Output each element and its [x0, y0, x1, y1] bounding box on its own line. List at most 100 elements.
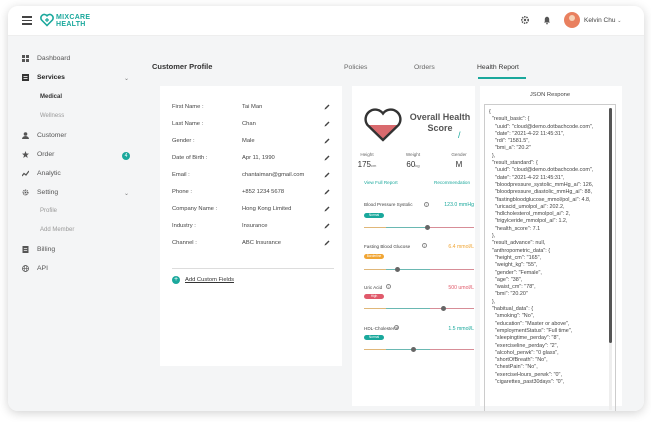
metric-value: 123.0 mmHg: [444, 202, 474, 208]
scrollbar-thumb[interactable]: [609, 108, 612, 343]
bar-segment: [386, 308, 430, 310]
json-response-viewer[interactable]: { "result_basic": { "uuid": "cloud@demo.…: [484, 104, 616, 411]
sidebar-item-label: Add Member: [40, 227, 75, 233]
sidebar: Dashboard Services ⌄ Medical Wellness Cu…: [8, 36, 138, 411]
sidebar-item-label: Medical: [40, 94, 63, 100]
dashboard-icon: [22, 55, 29, 62]
email-value: chantaiman@gmail.com: [242, 172, 305, 178]
sidebar-item-label: Customer: [37, 132, 67, 139]
edit-icon[interactable]: [324, 121, 330, 127]
bar-segment: [430, 269, 474, 271]
bar-segment: [364, 227, 386, 229]
edit-icon[interactable]: [324, 155, 330, 161]
bar-segment: [430, 308, 474, 310]
edit-icon[interactable]: [324, 138, 330, 144]
add-custom-fields-button[interactable]: + Add Custom Fields: [172, 276, 234, 284]
height-unit: cm: [371, 163, 377, 168]
sidebar-item-label: Dashboard: [37, 55, 71, 62]
edit-icon[interactable]: [324, 206, 330, 212]
gear-icon: [22, 189, 29, 196]
json-response-card: JSON Respone { "result_basic": { "uuid":…: [480, 86, 622, 411]
health-score-value: /: [458, 130, 461, 140]
sidebar-item-dashboard[interactable]: Dashboard: [22, 55, 70, 62]
tab-health-report[interactable]: Health Report: [477, 64, 519, 71]
last-name-value: Chan: [242, 121, 256, 127]
avatar[interactable]: [564, 12, 580, 28]
tab-policies[interactable]: Policies: [344, 64, 367, 71]
sidebar-item-add-member[interactable]: Add Member: [40, 227, 74, 233]
order-count-badge: 4: [122, 152, 130, 160]
first-name-value: Tai Man: [242, 104, 263, 110]
sidebar-item-label: Services: [37, 74, 65, 81]
sidebar-item-medical[interactable]: Medical: [40, 94, 62, 100]
plus-icon: +: [172, 276, 180, 284]
edit-icon[interactable]: [324, 223, 330, 229]
edit-icon[interactable]: [324, 172, 330, 178]
gender-stat-value: M: [455, 160, 463, 169]
add-custom-fields-label: Add Custom Fields: [185, 277, 234, 283]
level-marker: [425, 225, 431, 230]
gender-stat-label: Gender: [451, 152, 467, 157]
user-menu[interactable]: Kelvin Chu ⌄: [584, 17, 621, 24]
metric-level-bar: [364, 267, 474, 272]
sidebar-item-setting[interactable]: Setting: [22, 189, 58, 196]
edit-icon[interactable]: [324, 189, 330, 195]
level-marker: [411, 347, 416, 352]
top-bar: MIXCARE HEALTH Kelvin Chu ⌄: [8, 6, 644, 36]
sidebar-item-customer[interactable]: Customer: [22, 132, 66, 139]
menu-icon[interactable]: [22, 16, 32, 25]
globe-icon: [22, 265, 29, 272]
view-full-report-link[interactable]: View Full Report: [364, 180, 398, 185]
recommendation-link[interactable]: Recommendation: [434, 180, 470, 185]
metric-name: HDL-Cholesterol: [364, 326, 398, 331]
sidebar-item-wellness[interactable]: Wellness: [40, 113, 64, 119]
edit-icon[interactable]: [324, 240, 330, 246]
profile-card: First Name : Tai Man Last Name : Chan Ge…: [160, 86, 342, 366]
logo-text: MIXCARE HEALTH: [56, 14, 90, 28]
sidebar-item-profile[interactable]: Profile: [40, 208, 57, 214]
metric-name: Blood Pressure Systolic: [364, 202, 413, 207]
sidebar-item-analytic[interactable]: Analytic: [22, 170, 61, 177]
channel-value: ABC Insurance: [242, 240, 281, 246]
billing-icon: [22, 246, 29, 253]
gear-icon[interactable]: [520, 15, 530, 25]
sidebar-item-api[interactable]: API: [22, 265, 48, 272]
sidebar-item-services[interactable]: Services: [22, 74, 65, 81]
height-value: 175cm: [352, 160, 382, 169]
sidebar-item-label: Order: [37, 151, 55, 158]
phone-value: +852 1234 5678: [242, 189, 285, 195]
weight-value: 60kg: [398, 160, 428, 169]
edit-icon[interactable]: [324, 104, 330, 110]
bar-segment: [386, 349, 430, 351]
height-label: Height: [360, 152, 374, 157]
bar-segment: [386, 227, 430, 229]
metric-level-bar: [364, 225, 474, 230]
page-title: Customer Profile: [152, 62, 213, 71]
metric-value: 500 umol/L: [448, 285, 474, 291]
health-score-card: Overall Health Score / Height 175cm Weig…: [352, 86, 475, 406]
sidebar-item-billing[interactable]: Billing: [22, 246, 55, 253]
heart-icon: [364, 108, 402, 142]
dob-value: Apr 11, 1990: [242, 155, 275, 161]
phone-label: Phone :: [172, 189, 192, 195]
json-response-text: { "result_basic": { "uuid": "cloud@demo.…: [489, 109, 594, 385]
weight-label: Weight: [405, 152, 421, 157]
bell-icon[interactable]: [542, 15, 552, 25]
metric-level-bar: [364, 306, 474, 311]
health-score-title: Overall Health Score: [409, 112, 471, 133]
company-value: Hong Kong Limited: [242, 206, 292, 212]
last-name-label: Last Name :: [172, 121, 204, 127]
active-tab-indicator: [478, 77, 526, 79]
industry-label: Industry :: [172, 223, 196, 229]
metric-value: 1.5 mmol/L: [448, 326, 474, 332]
chevron-down-icon[interactable]: ⌄: [124, 190, 129, 197]
logo-line-1: MIXCARE: [56, 14, 91, 21]
sidebar-item-order[interactable]: Order: [22, 151, 54, 158]
app-window: MIXCARE HEALTH Kelvin Chu ⌄ Dashboard Se…: [8, 6, 644, 411]
tab-orders[interactable]: Orders: [414, 64, 435, 71]
chevron-down-icon[interactable]: ⌄: [124, 75, 129, 82]
info-icon[interactable]: i: [394, 325, 399, 330]
info-icon[interactable]: i: [386, 284, 391, 289]
sidebar-item-label: Billing: [37, 246, 56, 253]
bar-segment: [364, 349, 386, 351]
